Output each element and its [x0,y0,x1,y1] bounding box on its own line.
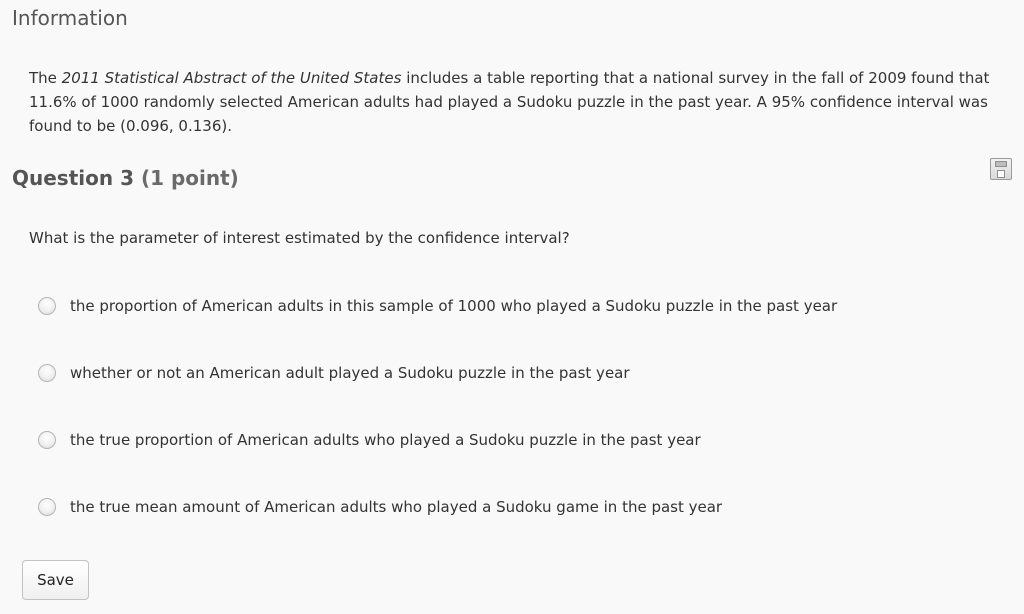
floppy-shutter [995,161,1007,167]
answer-option-1[interactable]: the proportion of American adults in thi… [38,294,837,318]
radio-button-2[interactable] [38,364,56,382]
save-button[interactable]: Save [22,560,89,600]
floppy-label [997,170,1005,178]
floppy-disk-icon[interactable] [990,158,1012,180]
answer-option-2[interactable]: whether or not an American adult played … [38,361,630,385]
question-heading: Question 3 (1 point) [12,166,239,190]
answer-option-label-2: whether or not an American adult played … [70,364,630,382]
answer-option-3[interactable]: the true proportion of American adults w… [38,428,701,452]
information-heading: Information [12,6,128,30]
question-label: Question 3 [12,166,134,190]
radio-button-1[interactable] [38,297,56,315]
radio-button-4[interactable] [38,498,56,516]
answer-option-label-4: the true mean amount of American adults … [70,498,723,516]
question-points: (1 point) [140,166,239,190]
question-prompt: What is the parameter of interest estima… [29,229,570,247]
information-text-start: The [29,69,62,87]
radio-button-3[interactable] [38,431,56,449]
answer-option-4[interactable]: the true mean amount of American adults … [38,495,722,519]
information-source-title: 2011 Statistical Abstract of the United … [61,69,402,87]
quiz-page: Information The 2011 Statistical Abstrac… [0,0,1024,614]
answer-option-label-1: the proportion of American adults in thi… [70,297,838,315]
answer-option-label-3: the true proportion of American adults w… [70,431,701,449]
information-text: The 2011 Statistical Abstract of the Uni… [29,66,1019,138]
